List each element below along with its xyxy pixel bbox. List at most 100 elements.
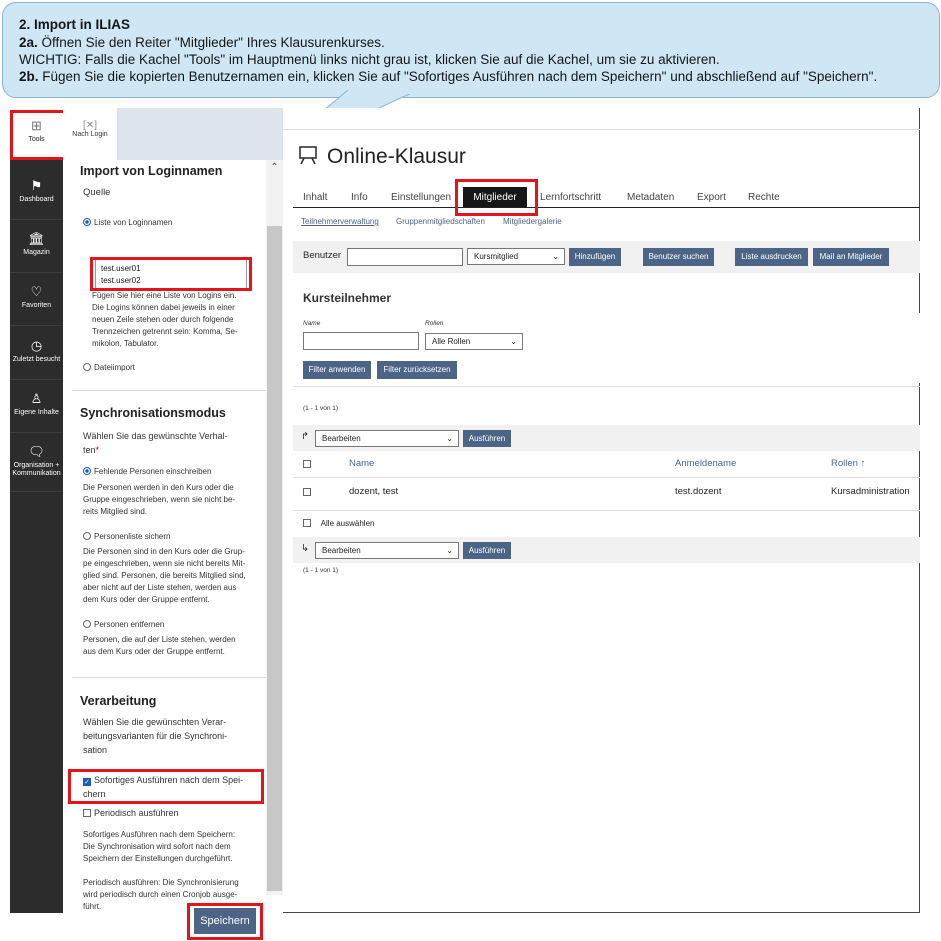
checkbox-icon (303, 460, 311, 468)
print-list-button[interactable]: Liste ausdrucken (735, 248, 808, 266)
highlight-save (187, 903, 263, 940)
callout-title: 2. Import in ILIAS (19, 17, 131, 32)
tab-einstellungen[interactable]: Einstellungen (391, 192, 451, 203)
help-verarbeitung: Sofortiges Ausführen nach dem Speichern:… (83, 830, 239, 911)
radio-fehlende-personen[interactable]: Fehlende Personen einschreiben (83, 465, 211, 479)
radio-dateiimport[interactable]: Dateiimport (83, 361, 135, 375)
radio-icon (83, 363, 91, 371)
instruction-callout: 2. Import in ILIAS 2a. Öffnen Sie den Re… (2, 2, 940, 98)
filter-name-input[interactable] (303, 332, 419, 350)
benutzer-label: Benutzer (303, 250, 342, 261)
highlight-sofort (68, 769, 264, 804)
radio-selected-icon (83, 467, 91, 475)
flag-icon: ⚑ (30, 178, 43, 193)
callout-step-2a: 2a. Öffnen Sie den Reiter "Mitglieder" I… (19, 35, 385, 50)
library-icon: 🏛 (28, 231, 45, 246)
logins-help: Fügen Sie hier eine Liste von Logins ein… (92, 291, 238, 348)
benutzer-input[interactable] (347, 248, 463, 266)
mainbar-item-eigene-inhalte[interactable]: ♙ Eigene Inhalte (10, 381, 63, 433)
slate-scroll-thumb[interactable] (267, 226, 282, 891)
header-bar (283, 108, 920, 130)
heart-icon: ♡ (30, 284, 43, 299)
select-all[interactable]: Alle auswählen (303, 519, 374, 528)
execute-button[interactable]: Ausführen (463, 430, 511, 447)
radio-icon (83, 620, 91, 628)
callout-warning: WICHTIG: Falls die Kachel "Tools" im Hau… (19, 52, 720, 67)
checkbox-periodisch[interactable]: Periodisch ausführen (83, 806, 179, 820)
course-icon (299, 146, 317, 165)
sync-prompt: Wählen Sie das gewünschte Verhal- ten* (83, 431, 228, 455)
subtab-teilnehmerverwaltung[interactable]: Teilnehmerverwaltung (301, 217, 379, 226)
radio-liste-loginnamen[interactable]: Liste von Loginnamen (83, 216, 172, 230)
heading-verarbeitung: Verarbeitung (80, 694, 157, 708)
chevron-up-icon[interactable]: ⌃ (266, 160, 283, 176)
tab-info[interactable]: Info (351, 192, 368, 203)
subtab-mitgliedergalerie[interactable]: Mitgliedergalerie (503, 217, 562, 226)
label-quelle: Quelle (83, 187, 111, 198)
reset-filter-button[interactable]: Filter zurücksetzen (377, 361, 457, 379)
tab-export[interactable]: Export (697, 192, 726, 203)
checkbox-icon (303, 488, 311, 496)
role-select[interactable]: Kursmitglied ⌄ (467, 248, 565, 265)
count-top: (1 - 1 von 1) (303, 405, 339, 412)
slate-tab-nach-login[interactable]: [✕] Nach Login (68, 120, 112, 138)
clock-icon: ◷ (30, 338, 43, 353)
mainbar-item-organisation[interactable]: 🗨 Organisation + Kommunikation (10, 434, 63, 492)
tab-metadaten[interactable]: Metadaten (627, 192, 674, 203)
cell-login: test.dozent (675, 486, 722, 497)
chevron-down-icon: ⌄ (552, 252, 559, 261)
column-anmeldename[interactable]: Anmeldename (675, 458, 736, 469)
highlight-tools (10, 110, 66, 160)
tab-rechte[interactable]: Rechte (748, 192, 780, 203)
section-title: Kursteilnehmer (303, 291, 392, 305)
mainbar-item-dashboard[interactable]: ⚑ Dashboard (10, 168, 63, 220)
tab-inhalt[interactable]: Inhalt (303, 192, 327, 203)
filter-roles-select[interactable]: Alle Rollen ⌄ (425, 333, 523, 350)
divider (293, 386, 920, 387)
search-users-button[interactable]: Benutzer suchen (643, 248, 714, 266)
help-sichern: Die Personen sind in den Kurs oder die G… (83, 547, 246, 604)
main-bar: ⊞ Tools ⚑ Dashboard 🏛 Magazin ♡ Favorite… (10, 108, 63, 913)
checkbox-icon (303, 519, 311, 527)
cell-name: dozent, test (349, 486, 399, 497)
apply-filter-button[interactable]: Filter anwenden (303, 361, 371, 379)
heading-import: Import von Loginnamen (80, 164, 223, 178)
tab-lernfortschritt[interactable]: Lernfortschritt (540, 192, 601, 203)
filter-roles-label: Rollen (425, 320, 444, 327)
help-entfernen: Personen, die auf der Liste stehen, werd… (83, 635, 236, 656)
arrow-corner-icon: ↱ (301, 431, 309, 442)
callout-step-2b: 2b. Fügen Sie die kopierten Benutzername… (19, 69, 878, 84)
tabs-underline (293, 207, 920, 208)
mainbar-item-zuletzt-besucht[interactable]: ◷ Zuletzt besucht (10, 328, 63, 380)
divider (72, 390, 266, 391)
checkbox-icon (83, 809, 91, 817)
mainbar-item-magazin[interactable]: 🏛 Magazin (10, 221, 63, 273)
cell-role: Kursadministration (831, 486, 910, 497)
column-rollen[interactable]: Rollen ↑ (831, 458, 865, 469)
help-fehlende: Die Personen werden in den Kurs oder die… (83, 483, 236, 516)
radio-personenliste-sichern[interactable]: Personenliste sichern (83, 530, 170, 544)
chevron-down-icon: ⌄ (446, 434, 453, 443)
header-checkbox[interactable] (303, 459, 314, 470)
radio-selected-icon (83, 218, 91, 226)
divider (72, 677, 266, 678)
execute-button-bottom[interactable]: Ausführen (463, 542, 511, 559)
add-button[interactable]: Hinzufügen (569, 248, 621, 266)
highlight-logins (90, 257, 252, 291)
page-title: Online-Klausur (327, 145, 466, 168)
heading-sync: Synchronisationsmodus (80, 406, 226, 420)
radio-personen-entfernen[interactable]: Personen entfernen (83, 618, 164, 632)
arrow-corner-down-icon: ↳ (301, 543, 309, 554)
divider (293, 477, 920, 478)
mail-members-button[interactable]: Mail an Mitglieder (813, 248, 889, 266)
filter-name-label: Name (303, 320, 321, 327)
bulk-action-select[interactable]: Bearbeiten ⌄ (315, 430, 459, 447)
subtab-gruppenmitgliedschaften[interactable]: Gruppenmitgliedschaften (396, 217, 485, 226)
count-bottom: (1 - 1 von 1) (303, 567, 339, 574)
radio-icon (83, 532, 91, 540)
row-checkbox[interactable] (303, 487, 314, 498)
slate-tab-empty (117, 108, 283, 160)
mainbar-item-favoriten[interactable]: ♡ Favoriten (10, 274, 63, 326)
column-name[interactable]: Name (349, 458, 374, 469)
bulk-action-select-bottom[interactable]: Bearbeiten ⌄ (315, 542, 459, 559)
